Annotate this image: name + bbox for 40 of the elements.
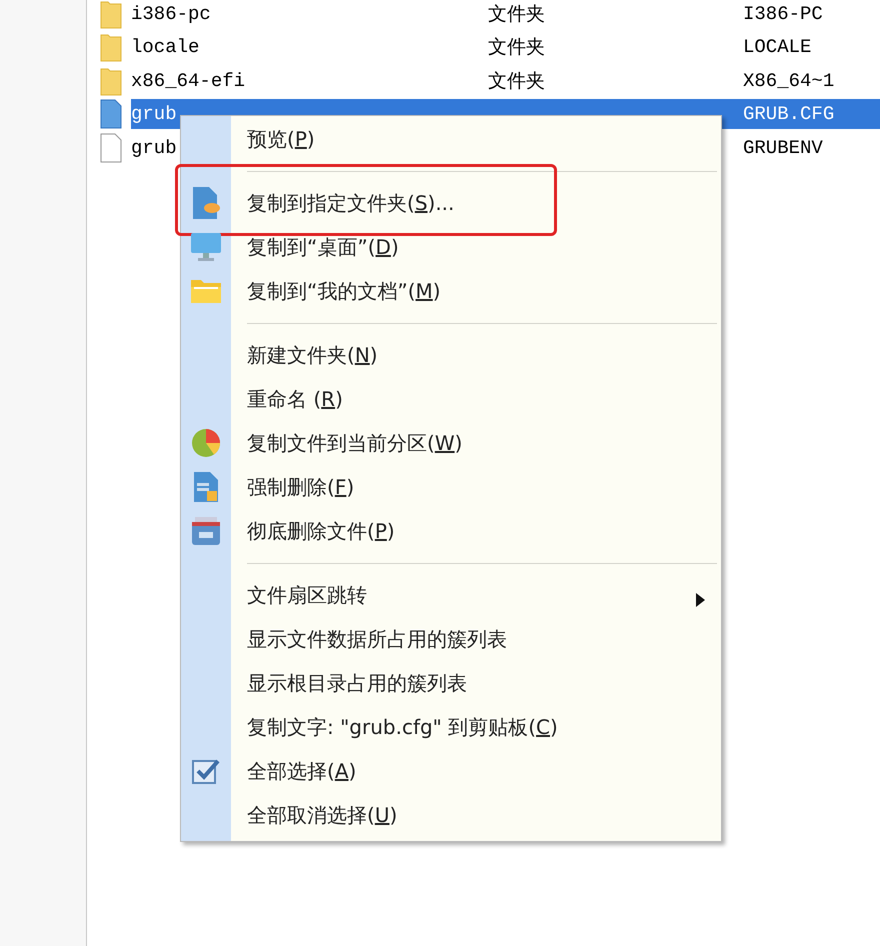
menu-item[interactable]: 复制文字: "grub.cfg" 到剪贴板(C)	[231, 714, 558, 740]
file-name: i386-pc	[131, 2, 211, 25]
menu-item[interactable]: 显示文件数据所占用的簇列表	[231, 626, 507, 652]
file-icon	[100, 132, 122, 163]
menu-item[interactable]: 全部取消选择(U)	[231, 802, 398, 828]
file-type: 文件夹	[488, 4, 545, 26]
file-type: 文件夹	[488, 70, 545, 93]
menu-item[interactable]: 彻底删除文件(P)	[231, 518, 395, 544]
menu-item[interactable]: 新建文件夹(N)	[231, 342, 378, 368]
menu-item[interactable]: 复制文件到当前分区(W)	[231, 430, 462, 456]
file-name: grub	[131, 103, 177, 126]
checkbox-icon	[192, 758, 220, 784]
document-icon	[193, 471, 219, 503]
file-row[interactable]: locale 文件夹 LOCALE	[131, 32, 880, 62]
folder-icon	[100, 0, 122, 29]
file-name: x86_64-efi	[131, 70, 246, 92]
folder-icon	[190, 278, 222, 304]
short-name: I386-PC	[743, 2, 823, 25]
menu-item[interactable]: 复制到“桌面”(D)	[231, 234, 399, 260]
file-row[interactable]: i386-pc 文件夹 I386-PC	[131, 0, 880, 29]
box-icon	[191, 516, 221, 546]
menu-item[interactable]: 复制到指定文件夹(S)...	[231, 190, 454, 216]
short-name: GRUB.CFG	[743, 103, 834, 126]
menu-item[interactable]: 文件扇区跳转	[231, 582, 367, 608]
folder-icon	[100, 66, 122, 96]
menu-item[interactable]: 全部选择(A)	[231, 758, 356, 784]
monitor-icon	[190, 231, 222, 263]
file-type: 文件夹	[488, 37, 545, 60]
folder-icon	[100, 32, 122, 62]
document-icon	[191, 186, 221, 220]
file-icon	[100, 99, 122, 130]
menu-item[interactable]: 复制到“我的文档”(M)	[231, 278, 441, 304]
short-name: X86_64~1	[743, 70, 834, 92]
file-row[interactable]: x86_64-efi 文件夹 X86_64~1	[131, 66, 880, 96]
short-name: LOCALE	[743, 36, 812, 58]
pie-chart-icon	[191, 428, 221, 458]
menu-item[interactable]: 重命名 (R)	[231, 386, 343, 412]
menu-item[interactable]: 显示根目录占用的簇列表	[231, 670, 467, 696]
menu-item[interactable]: 强制删除(F)	[231, 474, 354, 500]
file-name: locale	[131, 36, 200, 58]
